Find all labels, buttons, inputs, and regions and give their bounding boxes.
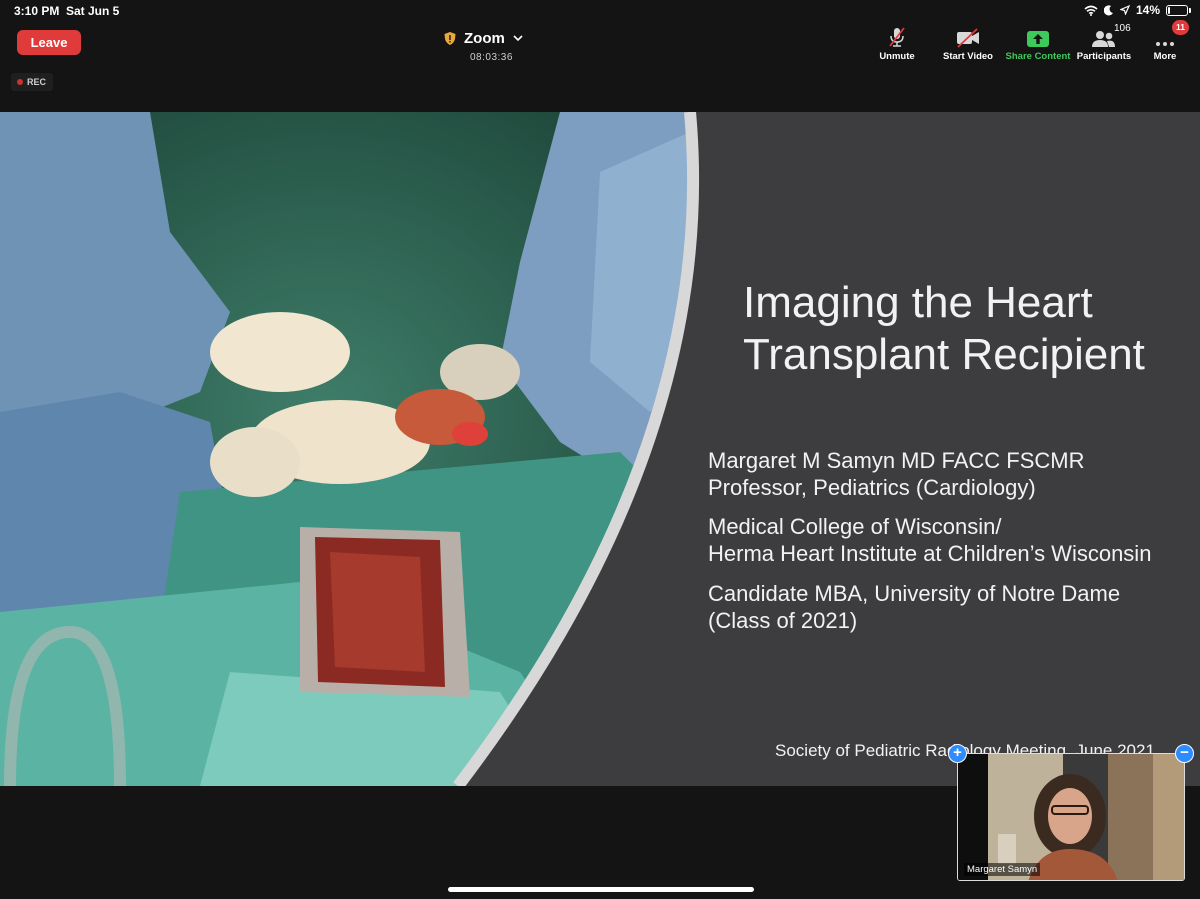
minimize-video-button[interactable]: − (1175, 744, 1194, 763)
slide-title-line: Transplant Recipient (743, 330, 1145, 379)
expand-video-button[interactable]: + (948, 744, 967, 763)
status-icons: 14% (1084, 3, 1191, 17)
participant-video (958, 754, 1184, 880)
meeting-title: Zoom (464, 30, 505, 47)
participants-label: Participants (1076, 51, 1132, 62)
recording-label: REC (27, 77, 47, 87)
notification-badge: 11 (1172, 20, 1189, 35)
muted-microphone-icon (889, 27, 905, 47)
share-content-label: Share Content (1005, 51, 1071, 62)
leave-button[interactable]: Leave (17, 30, 81, 55)
clock: 3:10 PM (14, 4, 60, 18)
meeting-toolbar: Leave Zoom 08:03:36 Unmute Start Video S… (0, 20, 1200, 66)
ellipsis-icon (1156, 42, 1174, 46)
start-video-button[interactable]: Start Video (940, 24, 996, 62)
ios-status-bar: 3:10 PM Sat Jun 5 14% (0, 0, 1200, 22)
chevron-down-icon (513, 35, 523, 42)
moon-icon (1103, 4, 1113, 15)
battery-percent: 14% (1135, 3, 1160, 17)
recording-indicator[interactable]: REC (11, 73, 53, 91)
affiliation-line: Medical College of Wisconsin/ (708, 514, 1002, 539)
participants-icon (1092, 31, 1115, 47)
recording-bar: REC (0, 66, 1200, 112)
unmute-button[interactable]: Unmute (875, 24, 919, 62)
participant-count: 106 (1114, 23, 1131, 34)
wifi-icon (1084, 5, 1098, 16)
video-off-icon (957, 28, 979, 48)
share-upload-icon (1027, 31, 1049, 47)
battery-icon (1166, 4, 1191, 16)
meeting-title-dropdown[interactable]: Zoom (444, 30, 523, 47)
participants-button[interactable]: 106 Participants (1074, 23, 1134, 62)
degree-line: (Class of 2021) (708, 608, 858, 633)
more-button[interactable]: 11 More (1150, 20, 1189, 62)
degree-line: Candidate MBA, University of Notre Dame (708, 581, 1121, 606)
share-content-button[interactable]: Share Content (1003, 24, 1073, 62)
participant-video-tile[interactable]: Margaret Samyn (957, 753, 1185, 881)
affiliation-line: Herma Heart Institute at Children’s Wisc… (708, 541, 1152, 566)
meeting-timer: 08:03:36 (470, 52, 513, 63)
author-name: Margaret M Samyn MD FACC FSCMR (708, 448, 1085, 473)
participant-name: Margaret Samyn (964, 863, 1041, 876)
author-title: Professor, Pediatrics (Cardiology) (708, 475, 1036, 500)
slide-title: Imaging the Heart Transplant Recipient (743, 277, 1145, 381)
date: Sat Jun 5 (66, 4, 120, 18)
recording-dot-icon (17, 79, 23, 85)
slide-title-line: Imaging the Heart (743, 278, 1093, 327)
location-arrow-icon (1119, 5, 1130, 15)
shared-screen-slide: Imaging the Heart Transplant Recipient M… (0, 112, 1200, 786)
start-video-label: Start Video (943, 51, 993, 62)
home-indicator[interactable] (448, 887, 754, 892)
unmute-label: Unmute (879, 51, 915, 62)
more-label: More (1153, 51, 1177, 62)
shield-icon (444, 32, 456, 45)
